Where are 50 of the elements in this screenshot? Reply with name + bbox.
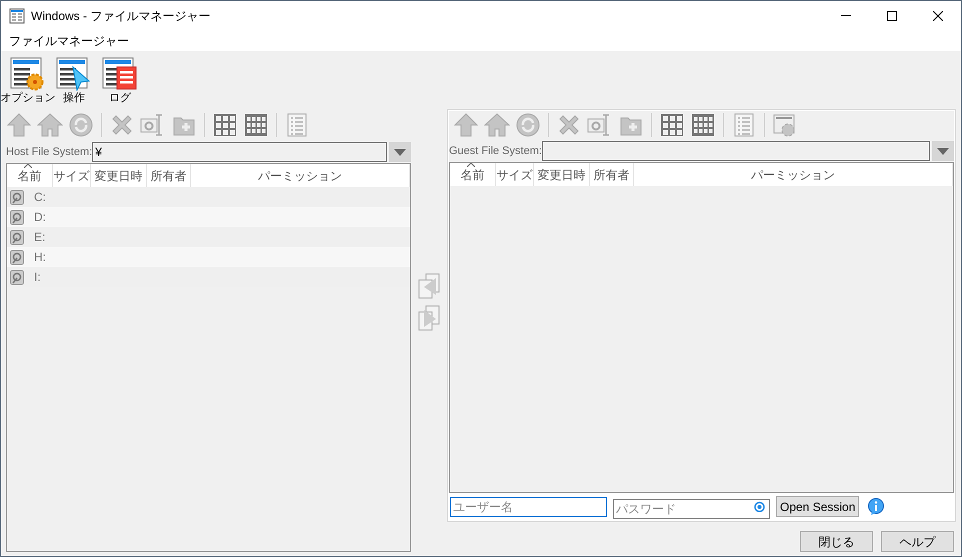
home-icon[interactable]: [484, 112, 510, 138]
open-session-button[interactable]: Open Session: [776, 496, 860, 517]
column-header[interactable]: サイズ: [496, 163, 534, 186]
window-icon: [9, 8, 25, 24]
copy-right-icon[interactable]: [418, 304, 440, 330]
up-arrow-icon[interactable]: [453, 112, 479, 138]
info-icon[interactable]: [867, 498, 886, 516]
home-icon[interactable]: [37, 112, 63, 138]
column-header[interactable]: 名前: [450, 163, 496, 186]
dropdown-button[interactable]: [932, 141, 954, 161]
file-row[interactable]: H:: [7, 247, 410, 267]
sort-caret-icon: [24, 164, 32, 168]
drive-icon: [10, 210, 24, 224]
drive-icon: [10, 230, 24, 244]
dropdown-arrow-icon: [937, 148, 949, 154]
copy-left-icon[interactable]: [418, 272, 440, 298]
drive-icon: [10, 190, 24, 204]
window-title: Windows - ファイルマネージャー: [31, 8, 210, 24]
dialog-button[interactable]: ヘルプ: [881, 531, 954, 552]
close-icon: [933, 10, 943, 20]
file-row[interactable]: D:: [7, 207, 410, 227]
grid-icon[interactable]: [243, 112, 269, 138]
dialog-button[interactable]: 閉じる: [800, 531, 873, 552]
refresh-icon[interactable]: [515, 112, 541, 138]
settings-document-icon: [10, 57, 46, 91]
up-arrow-icon[interactable]: [6, 112, 32, 138]
dropdown-button[interactable]: [389, 142, 411, 162]
sort-caret-icon: [467, 163, 475, 167]
grid-icon[interactable]: [659, 112, 685, 138]
username-field[interactable]: ユーザー名: [450, 496, 607, 516]
minimize-icon: [841, 15, 851, 16]
dropdown-arrow-icon: [394, 148, 406, 156]
drive-icon: [10, 250, 24, 264]
cursor-document-icon: [56, 57, 92, 91]
ribbon-button[interactable]: ログ: [97, 57, 143, 111]
password-field[interactable]: パスワード: [613, 498, 770, 518]
grid-icon[interactable]: [690, 112, 716, 138]
path-field[interactable]: ¥: [92, 142, 387, 162]
column-header[interactable]: 所有者: [590, 163, 634, 186]
grid-icon[interactable]: [212, 112, 238, 138]
drive-icon: [10, 270, 24, 284]
column-header[interactable]: 変更日時: [534, 163, 590, 186]
refresh-icon[interactable]: [68, 112, 94, 138]
field-label: Host File System:: [6, 144, 92, 160]
menu-item[interactable]: ファイルマネージャー: [9, 32, 129, 50]
column-header[interactable]: パーミッション: [634, 163, 953, 186]
maximize-icon: [887, 10, 897, 20]
path-field[interactable]: [542, 141, 930, 161]
log-document-icon: [102, 57, 138, 91]
field-label: Guest File System:: [449, 144, 542, 159]
